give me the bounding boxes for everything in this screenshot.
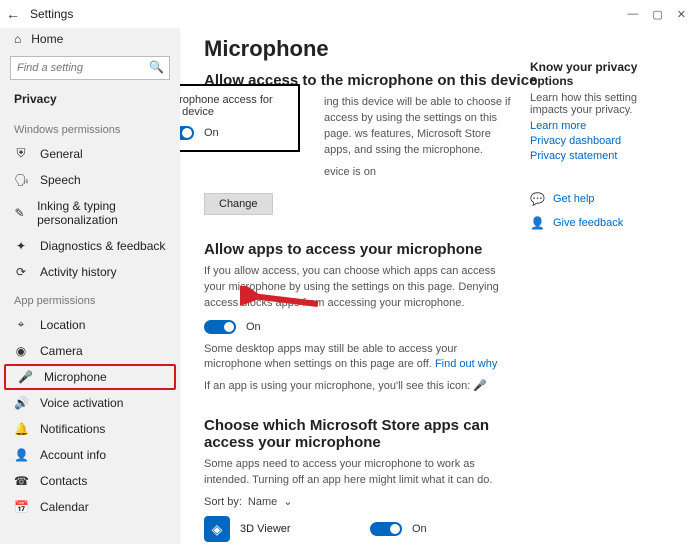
category-label: Privacy	[0, 88, 180, 114]
mic-indicator-icon: 🎤	[473, 380, 487, 392]
sidebar-item-general[interactable]: ⛨ General	[0, 140, 180, 167]
sort-value: Name	[248, 496, 277, 508]
calendar-icon: 📅	[14, 500, 28, 514]
section-windows-permissions: Windows permissions	[0, 114, 180, 140]
diagnostics-icon: ✦	[14, 239, 28, 253]
sort-label: Sort by:	[204, 496, 242, 508]
sidebar-item-label: Microphone	[44, 370, 107, 384]
minimize-button[interactable]: —	[627, 8, 638, 21]
notifications-icon: 🔔	[14, 422, 28, 436]
app-toggle-3d-viewer[interactable]	[370, 522, 402, 536]
inking-icon: ✎	[14, 206, 25, 220]
right-column: Know your privacy options Learn how this…	[530, 60, 670, 230]
sidebar-item-label: Voice activation	[40, 396, 123, 410]
account-icon: 👤	[14, 448, 28, 462]
back-icon[interactable]: ←	[6, 6, 20, 22]
maximize-button[interactable]: ▢	[652, 8, 662, 21]
section3-body: Some apps need to access your microphone…	[204, 457, 514, 489]
app-name-label: 3D Viewer	[240, 523, 360, 535]
home-label: Home	[31, 32, 63, 46]
camera-icon: ◉	[14, 344, 28, 358]
change-button[interactable]: Change	[204, 193, 273, 215]
sidebar-item-label: Diagnostics & feedback	[40, 239, 165, 253]
sidebar-item-microphone[interactable]: 🎤 Microphone	[4, 364, 176, 390]
privacy-options-sub: Learn how this setting impacts your priv…	[530, 92, 670, 116]
sidebar: ⌂ Home 🔍 Privacy Windows permissions ⛨ Ge…	[0, 28, 180, 544]
sidebar-item-inking[interactable]: ✎ Inking & typing personalization	[0, 193, 180, 233]
microphone-icon: 🎤	[18, 370, 32, 384]
popup-title: Microphone access for this device	[180, 94, 288, 118]
device-access-state: On	[204, 127, 219, 139]
find-out-why-link[interactable]: Find out why	[435, 358, 497, 370]
using-mic-line: If an app is using your microphone, you'…	[204, 379, 514, 395]
privacy-statement-link[interactable]: Privacy statement	[530, 150, 670, 162]
feedback-icon: 👤	[530, 216, 545, 230]
apps-access-state: On	[246, 321, 261, 333]
sidebar-item-label: General	[40, 147, 83, 161]
learn-more-link[interactable]: Learn more	[530, 120, 670, 132]
app-row-3d-viewer: ◈ 3D Viewer On	[204, 516, 676, 542]
sidebar-item-location[interactable]: ⌖ Location	[0, 311, 180, 338]
sidebar-item-diagnostics[interactable]: ✦ Diagnostics & feedback	[0, 233, 180, 259]
sidebar-item-activity[interactable]: ⟳ Activity history	[0, 259, 180, 285]
section1-status: evice is on	[204, 165, 514, 181]
page-title: Microphone	[204, 36, 676, 62]
sidebar-item-contacts[interactable]: ☎ Contacts	[0, 468, 180, 494]
mic-access-popup: Microphone access for this device On	[180, 84, 300, 152]
search-input[interactable]	[10, 56, 170, 80]
get-help-link[interactable]: Get help	[553, 193, 595, 205]
sidebar-item-notifications[interactable]: 🔔 Notifications	[0, 416, 180, 442]
voice-icon: 🔊	[14, 396, 28, 410]
sidebar-item-voice-activation[interactable]: 🔊 Voice activation	[0, 390, 180, 416]
speech-icon: 🗣	[14, 173, 28, 187]
sidebar-item-label: Location	[40, 318, 85, 332]
device-access-toggle[interactable]	[180, 126, 194, 140]
sidebar-item-account-info[interactable]: 👤 Account info	[0, 442, 180, 468]
sidebar-item-label: Calendar	[40, 500, 89, 514]
sidebar-item-label: Camera	[40, 344, 83, 358]
section2-body: If you allow access, you can choose whic…	[204, 264, 514, 312]
sidebar-item-label: Activity history	[40, 265, 117, 279]
sidebar-item-calendar[interactable]: 📅 Calendar	[0, 494, 180, 520]
general-icon: ⛨	[14, 146, 28, 161]
sidebar-item-label: Contacts	[40, 474, 87, 488]
app-toggle-state: On	[412, 523, 427, 535]
help-icon: 💬	[530, 192, 545, 206]
close-button[interactable]: ✕	[677, 8, 686, 21]
sidebar-item-camera[interactable]: ◉ Camera	[0, 338, 180, 364]
desktop-note: Some desktop apps may still be able to a…	[204, 342, 514, 374]
sidebar-item-label: Account info	[40, 448, 106, 462]
app-icon-3d-viewer: ◈	[204, 516, 230, 542]
sidebar-item-label: Notifications	[40, 422, 105, 436]
section2-title: Allow apps to access your microphone	[204, 241, 676, 258]
window-title: Settings	[30, 7, 73, 21]
sort-row[interactable]: Sort by: Name ⌄	[204, 495, 676, 508]
location-icon: ⌖	[14, 317, 28, 332]
contacts-icon: ☎	[14, 474, 28, 488]
sidebar-item-label: Inking & typing personalization	[37, 199, 166, 227]
privacy-options-title: Know your privacy options	[530, 60, 670, 88]
sidebar-item-speech[interactable]: 🗣 Speech	[0, 167, 180, 193]
privacy-dashboard-link[interactable]: Privacy dashboard	[530, 135, 670, 147]
activity-icon: ⟳	[14, 265, 28, 279]
chevron-down-icon: ⌄	[283, 495, 292, 508]
home-icon: ⌂	[14, 32, 21, 46]
titlebar: ← Settings — ▢ ✕	[0, 0, 700, 28]
section-app-permissions: App permissions	[0, 285, 180, 311]
search-icon[interactable]: 🔍	[149, 60, 164, 74]
give-feedback-link[interactable]: Give feedback	[553, 217, 623, 229]
sidebar-item-home[interactable]: ⌂ Home	[0, 28, 180, 54]
sidebar-item-label: Speech	[40, 173, 81, 187]
section3-title: Choose which Microsoft Store apps can ac…	[204, 417, 524, 451]
apps-access-toggle[interactable]	[204, 320, 236, 334]
window-controls: — ▢ ✕	[627, 8, 694, 21]
